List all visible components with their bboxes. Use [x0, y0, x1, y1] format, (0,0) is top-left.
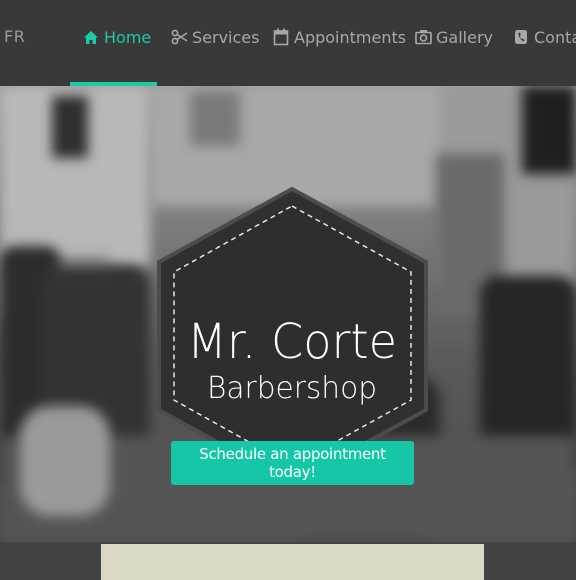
- nav-item-home[interactable]: Home: [82, 25, 151, 49]
- hero-bg-tv: [522, 86, 576, 174]
- hero-bg-chair-base: [20, 406, 110, 516]
- nav-item-gallery[interactable]: Gallery: [414, 25, 493, 49]
- schedule-appointment-button[interactable]: Schedule an appointment today!: [171, 441, 414, 485]
- calendar-icon: [272, 28, 290, 46]
- scissors-icon: [170, 28, 188, 46]
- top-navbar: FR Home Services Appointments Gallery Co…: [0, 0, 576, 86]
- hero-bg-frame: [190, 91, 240, 146]
- content-card: [101, 544, 484, 580]
- phone-icon: [512, 28, 530, 46]
- hero-bg-frame: [52, 96, 88, 158]
- nav-item-services[interactable]: Services: [170, 25, 259, 49]
- language-switch-fr[interactable]: FR: [4, 27, 25, 46]
- nav-item-label: Home: [104, 27, 152, 47]
- nav-item-label: Contac: [534, 27, 576, 47]
- home-icon: [82, 28, 100, 46]
- nav-item-label: Appointments: [294, 27, 407, 47]
- nav-item-label: Gallery: [436, 27, 493, 47]
- nav-item-appointments[interactable]: Appointments: [272, 25, 406, 49]
- camera-icon: [414, 28, 432, 46]
- nav-item-label: Services: [192, 27, 260, 47]
- logo-subtitle: Barbershop: [207, 371, 377, 406]
- logo-title: Mr. Corte: [187, 314, 397, 370]
- nav-item-contact[interactable]: Contac: [512, 25, 576, 49]
